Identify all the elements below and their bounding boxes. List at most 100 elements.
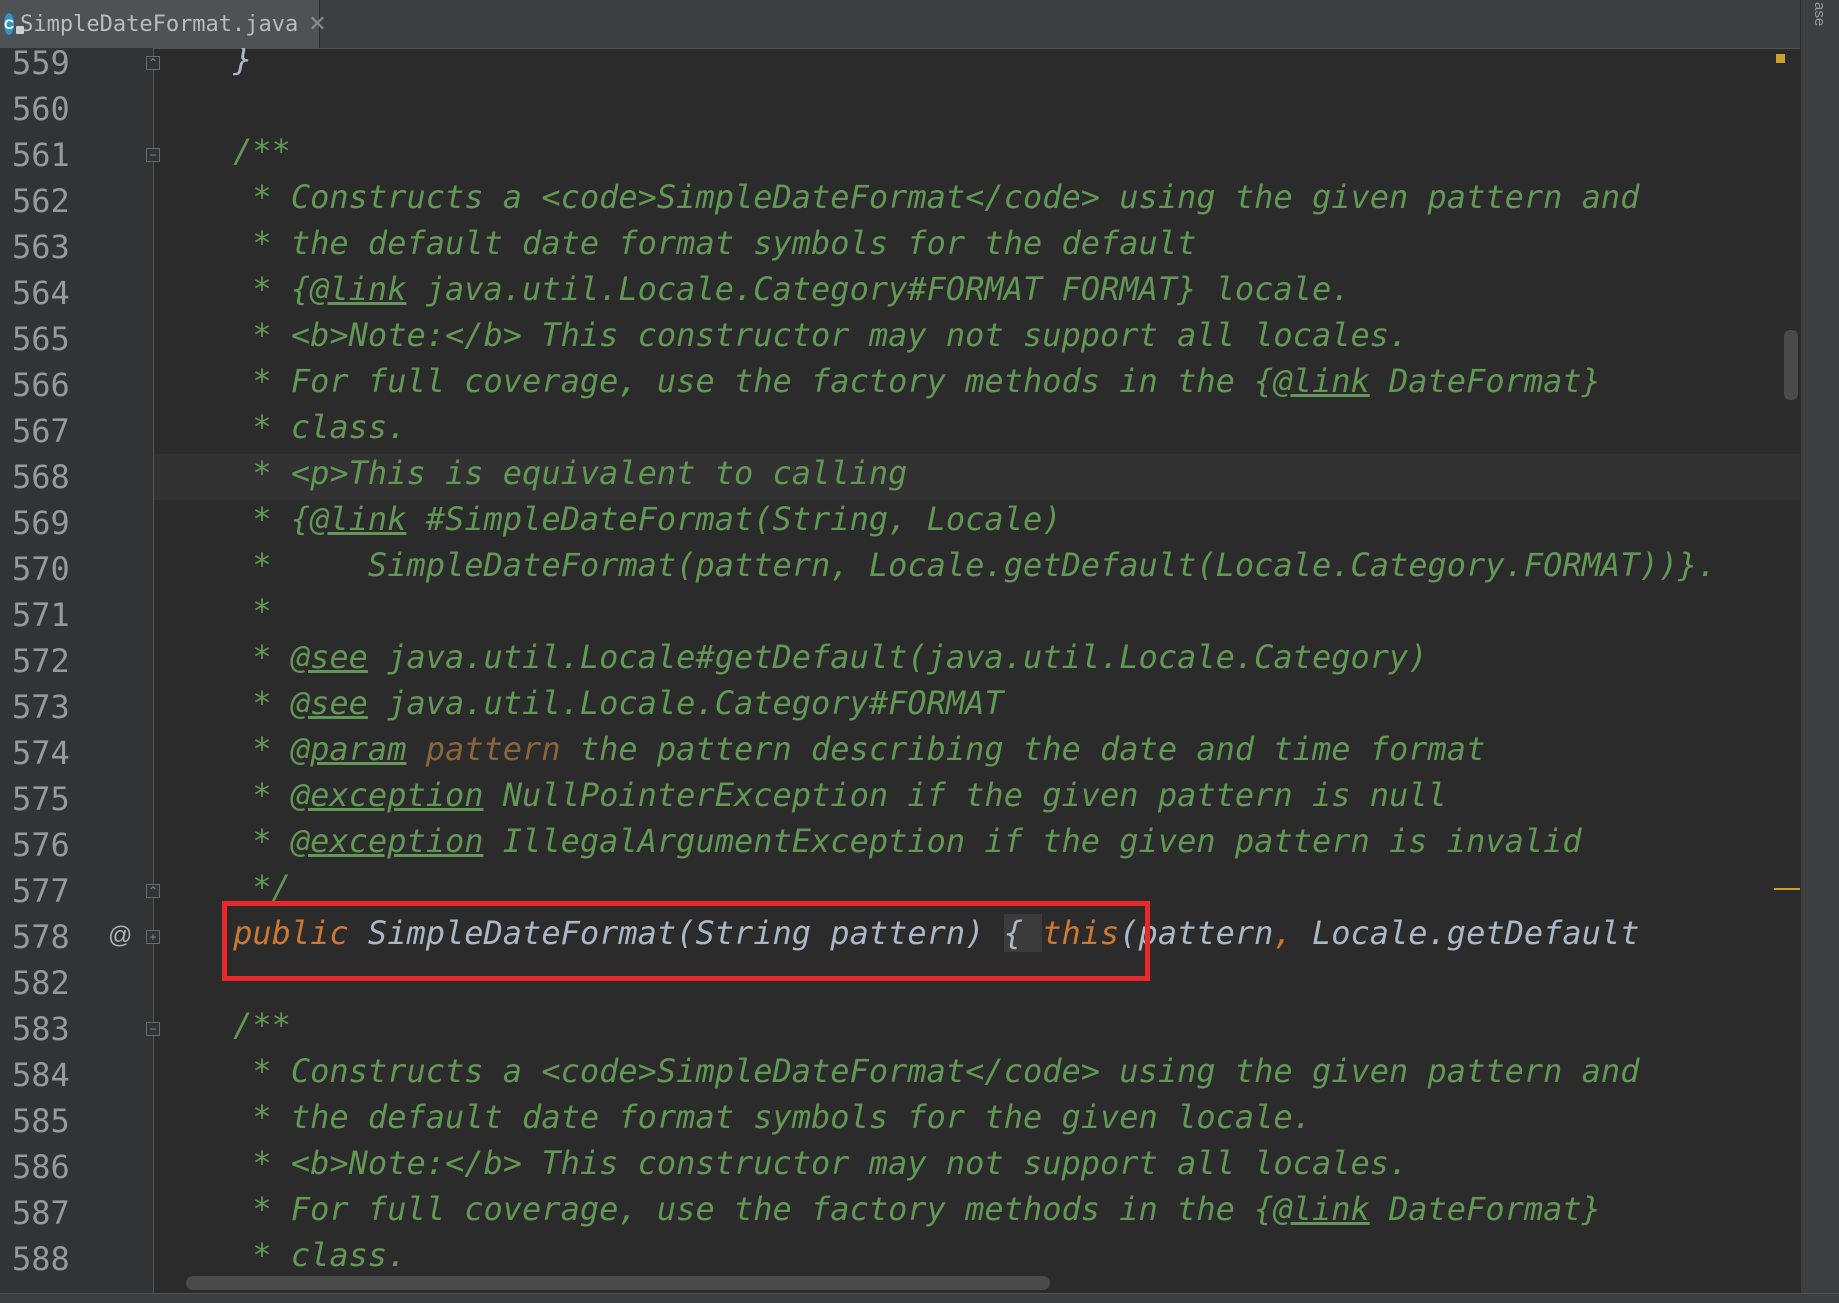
error-stripe-marker[interactable] — [1774, 888, 1800, 890]
line-number: 566 — [12, 366, 70, 404]
code-token: * Constructs a <code>SimpleDateFormat</c… — [156, 178, 1640, 216]
line-number: 583 — [12, 1010, 70, 1048]
line-number: 568 — [12, 458, 70, 496]
code-token: * SimpleDateFormat(pattern, Locale.getDe… — [156, 546, 1717, 584]
code-token: NullPointerException if the given patter… — [483, 776, 1447, 814]
code-line[interactable]: public SimpleDateFormat(String pattern) … — [156, 914, 1639, 960]
code-token: DateFormat} — [1369, 362, 1601, 400]
code-token: * <b>Note:</b> This constructor may not … — [156, 1144, 1409, 1182]
line-number: 585 — [12, 1102, 70, 1140]
code-line[interactable]: * Constructs a <code>SimpleDateFormat</c… — [156, 1052, 1639, 1098]
code-token: * — [156, 822, 291, 860]
line-number: 570 — [12, 550, 70, 588]
code-token: * { — [156, 500, 311, 538]
code-token: * — [156, 730, 291, 768]
code-line[interactable]: * @param pattern the pattern describing … — [156, 730, 1485, 776]
code-line[interactable]: */ — [156, 868, 291, 914]
line-number: 572 — [12, 642, 70, 680]
line-number: 586 — [12, 1148, 70, 1186]
line-number: 559 — [12, 44, 70, 82]
code-token: * — [156, 684, 291, 722]
code-token: * <p>This is equivalent to calling — [156, 454, 908, 492]
code-token: public — [156, 914, 368, 952]
code-line[interactable]: * For full coverage, use the factory met… — [156, 1190, 1601, 1236]
line-number: 588 — [12, 1240, 70, 1278]
code-token: /** — [156, 132, 291, 170]
line-number: 584 — [12, 1056, 70, 1094]
code-line[interactable]: * <b>Note:</b> This constructor may not … — [156, 316, 1408, 362]
code-line[interactable]: * <p>This is equivalent to calling — [156, 454, 907, 500]
code-token: * — [156, 776, 291, 814]
code-line[interactable]: * <b>Note:</b> This constructor may not … — [156, 1144, 1408, 1190]
horizontal-scrollbar-thumb[interactable] — [186, 1276, 1050, 1290]
code-token: getDefault — [1446, 914, 1640, 952]
line-number: 576 — [12, 826, 70, 864]
line-number: 571 — [12, 596, 70, 634]
line-number: 574 — [12, 734, 70, 772]
code-line[interactable]: /** — [156, 132, 291, 178]
code-token: * class. — [156, 1236, 407, 1274]
line-number: 587 — [12, 1194, 70, 1232]
right-tool-strip: ase — [1800, 0, 1839, 1303]
line-number: 567 — [12, 412, 70, 450]
code-token: @see — [290, 638, 368, 676]
code-line[interactable]: * For full coverage, use the factory met… — [156, 362, 1601, 408]
code-line[interactable]: * @see java.util.Locale.Category#FORMAT — [156, 684, 1004, 730]
code-line[interactable]: * {@link #SimpleDateFormat(String, Local… — [156, 500, 1061, 546]
line-number: 562 — [12, 182, 70, 220]
code-line[interactable]: * the default date format symbols for th… — [156, 224, 1196, 270]
vertical-scrollbar-thumb[interactable] — [1784, 330, 1798, 400]
line-number: 565 — [12, 320, 70, 358]
code-line[interactable]: * Constructs a <code>SimpleDateFormat</c… — [156, 178, 1639, 224]
code-line[interactable]: * class. — [156, 408, 406, 454]
code-line[interactable]: * SimpleDateFormat(pattern, Locale.getDe… — [156, 546, 1717, 592]
code-token: SimpleDateFormat(String pattern) — [367, 914, 1004, 952]
line-number-gutter: 559 ⌃ 560 561−562 563 564 565 566 567 568 569 570 57… — [0, 44, 160, 1293]
code-token: @link — [310, 500, 407, 538]
code-token: java.util.Locale.Category#FORMAT — [367, 684, 1004, 722]
warning-marker[interactable] — [1776, 54, 1785, 63]
code-token: #SimpleDateFormat(String, Locale) — [406, 500, 1062, 538]
code-editor[interactable]: } /** * Constructs a <code>SimpleDateFor… — [154, 48, 1800, 1293]
code-token: Locale. — [1311, 914, 1447, 952]
code-token: } — [156, 48, 253, 78]
editor-tab-bar: C SimpleDateFormat.java ✕ — [0, 0, 1800, 49]
code-token: * — [156, 592, 272, 630]
code-token: (pattern — [1119, 914, 1274, 952]
line-number: 564 — [12, 274, 70, 312]
code-token: { — [1003, 914, 1043, 952]
code-token: @link — [1273, 362, 1370, 400]
close-icon[interactable]: ✕ — [308, 11, 326, 37]
line-number: 563 — [12, 228, 70, 266]
right-strip-label[interactable]: ase — [1811, 2, 1828, 26]
code-line[interactable]: * @exception IllegalArgumentException if… — [156, 822, 1581, 868]
code-token: @exception — [290, 776, 484, 814]
code-line[interactable]: * @see java.util.Locale#getDefault(java.… — [156, 638, 1427, 684]
code-token: */ — [156, 868, 291, 906]
code-token: @link — [1273, 1190, 1370, 1228]
code-token: * For full coverage, use the factory met… — [156, 362, 1274, 400]
line-number: 560 — [12, 90, 70, 128]
code-line[interactable]: * @exception NullPointerException if the… — [156, 776, 1447, 822]
code-token: * For full coverage, use the factory met… — [156, 1190, 1274, 1228]
code-token: @param — [290, 730, 407, 768]
line-number: 569 — [12, 504, 70, 542]
code-token: * the default date format symbols for th… — [156, 224, 1197, 262]
code-line[interactable]: * {@link java.util.Locale.Category#FORMA… — [156, 270, 1350, 316]
override-marker-icon[interactable]: @ — [108, 922, 132, 950]
code-token: * — [156, 638, 291, 676]
line-number: 573 — [12, 688, 70, 726]
code-token: , — [1273, 914, 1312, 952]
code-token: * Constructs a <code>SimpleDateFormat</c… — [156, 1052, 1640, 1090]
code-token: pattern — [406, 730, 561, 768]
code-token: java.util.Locale.Category#FORMAT FORMAT}… — [406, 270, 1351, 308]
code-line[interactable]: } — [156, 48, 252, 86]
code-line[interactable]: * — [156, 592, 272, 638]
status-bar — [0, 1293, 1839, 1303]
line-number: 582 — [12, 964, 70, 1002]
code-line[interactable]: * the default date format symbols for th… — [156, 1098, 1312, 1144]
code-token: /** — [156, 1006, 291, 1044]
code-line[interactable]: /** — [156, 1006, 291, 1052]
code-token: * <b>Note:</b> This constructor may not … — [156, 316, 1409, 354]
line-number: 575 — [12, 780, 70, 818]
